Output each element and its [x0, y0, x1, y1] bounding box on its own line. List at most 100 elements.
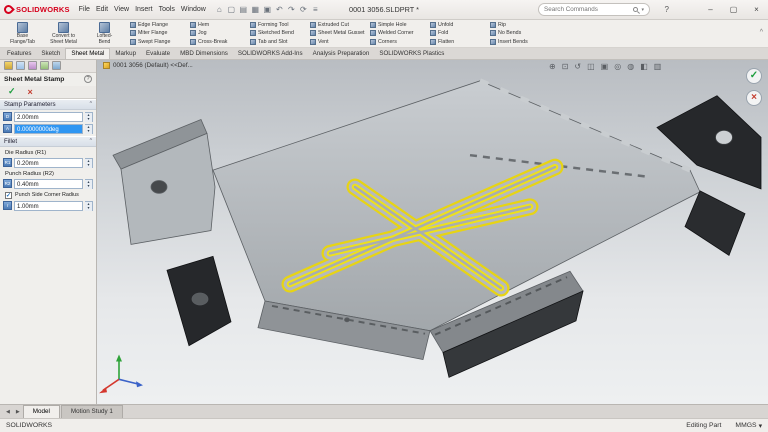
- convert-to-sheet-metal-button[interactable]: Convert to Sheet Metal: [43, 21, 84, 46]
- search-input[interactable]: [544, 6, 631, 13]
- zoom-area-icon[interactable]: ⊡: [562, 61, 569, 72]
- die-radius-input[interactable]: 0.20mm: [14, 157, 83, 168]
- punch-radius-input[interactable]: 0.40mm: [14, 178, 83, 189]
- corner-radius-stepper[interactable]: ▴ ▾: [85, 200, 93, 211]
- ribbon-item-sketched-bend[interactable]: Sketched Bend: [250, 29, 307, 37]
- options-icon[interactable]: ≡: [310, 0, 321, 19]
- print-icon[interactable]: ▣: [262, 0, 273, 19]
- ribbon-item-sheet-metal-gusset[interactable]: Sheet Metal Gusset: [310, 29, 367, 37]
- view-orientation-icon[interactable]: ▣: [601, 61, 609, 72]
- search-icon[interactable]: [633, 7, 639, 12]
- appearance-icon[interactable]: ◧: [640, 61, 648, 72]
- corner-radius-input[interactable]: 1.00mm: [14, 200, 83, 211]
- dimxpertmanager-icon[interactable]: [40, 61, 49, 71]
- base-flange-button[interactable]: Base Flange/Tab: [2, 21, 43, 46]
- menu-window[interactable]: Window: [178, 0, 209, 19]
- tab-evaluate[interactable]: Evaluate: [141, 49, 175, 59]
- ribbon-item-simple-hole[interactable]: Simple Hole: [370, 21, 427, 29]
- ribbon-item-swept-flange[interactable]: Swept Flange: [130, 38, 187, 46]
- tab-mbd-dimensions[interactable]: MBD Dimensions: [175, 49, 233, 59]
- menu-edit[interactable]: Edit: [93, 0, 111, 19]
- rebuild-icon[interactable]: ⟳: [298, 0, 309, 19]
- depth-stepper[interactable]: ▴ ▾: [85, 111, 93, 122]
- die-radius-stepper[interactable]: ▴ ▾: [85, 157, 93, 168]
- tab-solidworks-plastics[interactable]: SOLIDWORKS Plastics: [374, 49, 449, 59]
- configurationmanager-icon[interactable]: [28, 61, 37, 71]
- ribbon-collapse-icon[interactable]: ^: [760, 29, 763, 36]
- ribbon-item-miter-flange[interactable]: Miter Flange: [130, 29, 187, 37]
- ribbon-item-corners[interactable]: Corners: [370, 38, 427, 46]
- minimize-button[interactable]: –: [699, 0, 722, 20]
- angle-input[interactable]: 0.00000000deg: [14, 123, 83, 134]
- ribbon-item-fold[interactable]: Fold: [430, 29, 487, 37]
- menu-view[interactable]: View: [111, 0, 132, 19]
- tab-sheet-metal[interactable]: Sheet Metal: [65, 47, 111, 59]
- scene-icon[interactable]: ▥: [654, 61, 662, 72]
- ribbon-item-cross-break[interactable]: Cross-Break: [190, 38, 247, 46]
- ribbon-item-no-bends[interactable]: No Bends: [490, 29, 547, 37]
- hide-show-icon[interactable]: ◍: [627, 61, 634, 72]
- tab-model[interactable]: Model: [22, 405, 60, 418]
- help-icon[interactable]: ?: [665, 0, 669, 20]
- left-flange-hole[interactable]: [150, 179, 168, 194]
- bottom-left-flange-hole[interactable]: [191, 292, 209, 306]
- ribbon-item-hem[interactable]: Hem: [190, 21, 247, 29]
- home-icon[interactable]: ⌂: [214, 0, 225, 19]
- close-button[interactable]: ×: [745, 0, 768, 20]
- units-dropdown[interactable]: MMGS ▾: [735, 422, 762, 430]
- confirm-ok-button[interactable]: ✓: [746, 67, 762, 84]
- menu-insert[interactable]: Insert: [132, 0, 156, 19]
- displaymanager-icon[interactable]: [52, 61, 61, 71]
- tab-sketch[interactable]: Sketch: [36, 49, 65, 59]
- checkbox-checked-icon[interactable]: ✓: [5, 191, 12, 199]
- tab-motion-study-1[interactable]: Motion Study 1: [60, 405, 123, 418]
- small-hole[interactable]: [344, 317, 350, 323]
- ribbon-item-jog[interactable]: Jog: [190, 29, 247, 37]
- tab-scroll-right-icon[interactable]: ▶: [13, 406, 23, 418]
- ribbon-item-insert-bends[interactable]: Insert Bends: [490, 38, 547, 46]
- ribbon-item-unfold[interactable]: Unfold: [430, 21, 487, 29]
- ribbon-item-tab-and-slot[interactable]: Tab and Slot: [250, 38, 307, 46]
- confirm-cancel-button[interactable]: ×: [746, 89, 762, 106]
- tab-analysis-preparation[interactable]: Analysis Preparation: [308, 49, 375, 59]
- undo-icon[interactable]: ↶: [274, 0, 285, 19]
- tab-features[interactable]: Features: [2, 49, 36, 59]
- propertymanager-icon[interactable]: [16, 61, 25, 71]
- angle-stepper[interactable]: ▴ ▾: [85, 123, 93, 134]
- graphics-area[interactable]: 0001 3056 (Default) <<Def... ⊕ ⊡ ↺ ◫ ▣ ◎…: [97, 59, 768, 404]
- pm-cancel-button[interactable]: ×: [28, 87, 33, 97]
- group-fillet[interactable]: Fillet ^: [0, 135, 96, 147]
- tab-solidworks-add-ins[interactable]: SOLIDWORKS Add-Ins: [233, 49, 308, 59]
- ribbon-item-extruded-cut[interactable]: Extruded Cut: [310, 21, 367, 29]
- display-style-icon[interactable]: ◎: [614, 61, 621, 72]
- featuremanager-tree-icon[interactable]: [4, 61, 13, 71]
- breadcrumb[interactable]: 0001 3056 (Default) <<Def...: [103, 61, 193, 69]
- ribbon-item-welded-corner[interactable]: Welded Corner: [370, 29, 427, 37]
- group-stamp-parameters[interactable]: Stamp Parameters ^: [0, 98, 96, 110]
- top-right-flange-hole[interactable]: [715, 129, 733, 145]
- menu-file[interactable]: File: [76, 0, 93, 19]
- pm-help-icon[interactable]: ?: [84, 75, 92, 84]
- redo-icon[interactable]: ↷: [286, 0, 297, 19]
- ribbon-item-flatten[interactable]: Flatten: [430, 38, 487, 46]
- save-icon[interactable]: ▦: [250, 0, 261, 19]
- maximize-button[interactable]: ▢: [722, 0, 745, 20]
- ribbon-item-forming-tool[interactable]: Forming Tool: [250, 21, 307, 29]
- pm-ok-button[interactable]: ✓: [8, 86, 16, 97]
- depth-input[interactable]: 2.00mm: [14, 111, 83, 122]
- ribbon-item-vent[interactable]: Vent: [310, 38, 367, 46]
- search-chevron-icon[interactable]: ▾: [641, 7, 644, 13]
- menu-tools[interactable]: Tools: [156, 0, 178, 19]
- section-view-icon[interactable]: ◫: [587, 61, 595, 72]
- punch-radius-stepper[interactable]: ▴ ▾: [85, 178, 93, 189]
- ribbon-item-rip[interactable]: Rip: [490, 21, 547, 29]
- lofted-bend-button[interactable]: Lofted- Bend: [84, 21, 125, 46]
- ribbon-item-edge-flange[interactable]: Edge Flange: [130, 21, 187, 29]
- tab-markup[interactable]: Markup: [110, 49, 141, 59]
- right-flange[interactable]: [684, 190, 746, 256]
- previous-view-icon[interactable]: ↺: [574, 61, 581, 72]
- open-icon[interactable]: ▤: [238, 0, 249, 19]
- zoom-fit-icon[interactable]: ⊕: [549, 61, 556, 72]
- new-icon[interactable]: ▢: [226, 0, 237, 19]
- tab-scroll-left-icon[interactable]: ◀: [3, 406, 13, 418]
